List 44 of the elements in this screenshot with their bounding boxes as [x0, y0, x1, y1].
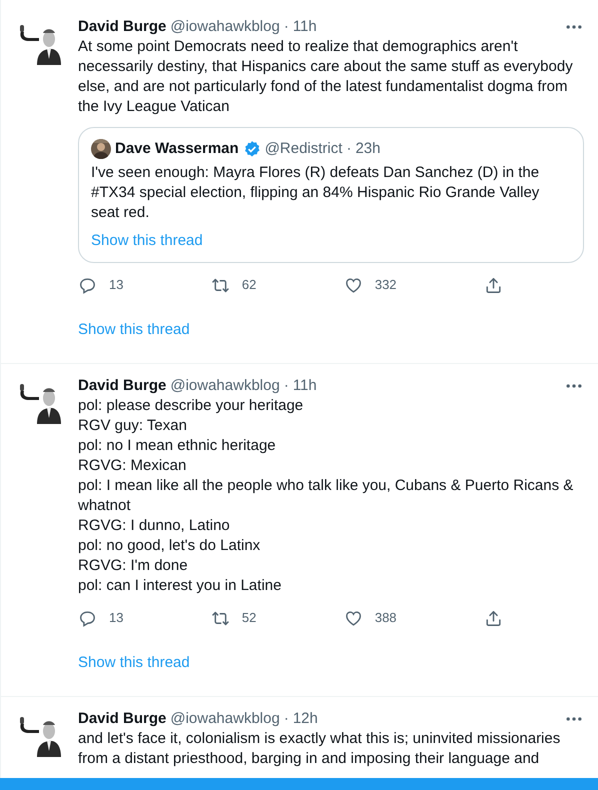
reply-button[interactable]: 13: [78, 608, 124, 628]
retweet-button[interactable]: 52: [210, 608, 256, 628]
author-name[interactable]: Dave Wasserman: [115, 139, 239, 159]
separator-dot: ·: [284, 17, 289, 37]
like-button[interactable]: 388: [344, 608, 397, 628]
share-button[interactable]: [484, 275, 503, 295]
handle[interactable]: @iowahawkblog: [170, 709, 280, 729]
author-name[interactable]: David Burge: [78, 709, 166, 729]
share-icon: [484, 276, 503, 294]
reply-icon: [78, 276, 97, 294]
quoted-tweet-text: I've seen enough: Mayra Flores (R) defeats Dan Sanchez (D) in the #TX34 special election, flipping an 84% Hispanic Rio Grande Valley seat red.: [91, 163, 540, 223]
timestamp[interactable]: 12h: [292, 709, 318, 729]
share-button[interactable]: [484, 608, 503, 628]
tweet-text: At some point Democrats need to realize that demographics aren't necessarily destiny, that Hispanics care about the same stuff as everybody else, and are not particularly fond of the latest fundamentalist dogma from the Ivy League Vatican: [78, 37, 574, 117]
tweet-text: RGVG: Mexican: [78, 456, 188, 476]
handle[interactable]: @Redistrict: [264, 139, 342, 159]
tweet-text: pol: no I mean ethnic heritage: [78, 436, 277, 456]
handle[interactable]: @iowahawkblog: [170, 376, 280, 396]
reply-button[interactable]: 13: [78, 275, 124, 295]
retweet-button[interactable]: 62: [210, 275, 256, 295]
like-button[interactable]: 332: [344, 275, 397, 295]
author-name[interactable]: David Burge: [78, 376, 166, 396]
tweet-text: from a distant priesthood, barging in and imposing their language and: [78, 749, 540, 769]
quoted-tweet-card[interactable]: Dave Wasserman @Redistrict · 23h I've seen enough: Mayra Flores (R) defeats Dan Sanchez (D) in the #TX34 special election, flipping an 84% Hispanic Rio Grande Valley seat red. Show this thread: [78, 127, 584, 263]
timestamp[interactable]: 11h: [292, 17, 317, 37]
tweet-text: RGVG: I'm done: [78, 556, 189, 576]
separator-dot: ·: [284, 376, 289, 396]
tweet-text: pol: can I interest you in Latine: [78, 576, 282, 596]
separator-dot: ·: [346, 139, 352, 159]
author-name[interactable]: David Burge: [78, 17, 166, 37]
tweet-text: RGVG: I dunno, Latino: [78, 516, 231, 536]
heart-icon: [344, 608, 363, 628]
reply-icon: [78, 608, 97, 628]
share-icon: [484, 608, 503, 628]
separator-dot: ·: [284, 709, 289, 729]
tweet-text: RGV guy: Texan: [78, 416, 188, 436]
handle[interactable]: @iowahawkblog: [170, 17, 280, 37]
tweet-text: pol: I mean like all the people who talk like you, Cubans & Puerto Ricans & whatnot: [78, 476, 574, 516]
tweet-text: pol: please describe your heritage: [78, 396, 304, 416]
timestamp[interactable]: 11h: [292, 376, 317, 396]
timestamp[interactable]: 23h: [355, 139, 380, 159]
tweet-text: pol: no good, let's do Latinx: [78, 536, 262, 556]
heart-icon: [344, 276, 363, 294]
tweet-text: and let's face it, colonialism is exactly what this is; uninvited missionaries: [78, 729, 562, 749]
